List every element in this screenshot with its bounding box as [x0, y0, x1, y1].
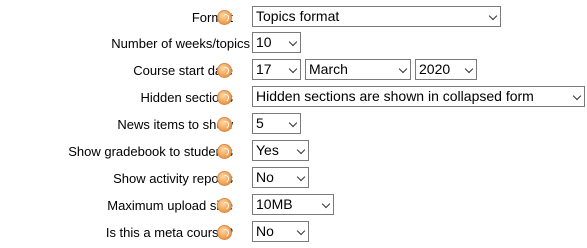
row-show-activity-reports: Show activity reports No	[0, 167, 587, 193]
start-day-select[interactable]: 17	[252, 59, 301, 80]
start-month-select[interactable]: March	[305, 59, 411, 80]
chevron-down-icon	[288, 118, 298, 128]
chevron-down-icon	[296, 172, 306, 182]
row-meta-course: Is this a meta course? No	[0, 221, 587, 247]
row-hidden-sections: Hidden sections Hidden sections are show…	[0, 86, 587, 112]
number-of-weeks-label: Number of weeks/topics	[111, 36, 250, 51]
help-icon[interactable]	[217, 198, 232, 213]
show-activity-reports-label: Show activity reports	[113, 171, 233, 186]
number-of-weeks-select[interactable]: 10	[252, 32, 301, 53]
show-gradebook-select[interactable]: Yes	[252, 140, 309, 161]
help-icon[interactable]	[217, 117, 232, 132]
maximum-upload-size-label: Maximum upload size	[107, 198, 233, 213]
chevron-down-icon	[288, 37, 298, 47]
help-icon[interactable]	[217, 144, 232, 159]
show-activity-reports-select[interactable]: No	[252, 167, 309, 188]
show-gradebook-label: Show gradebook to students	[68, 144, 233, 159]
meta-course-label: Is this a meta course?	[105, 225, 233, 240]
maximum-upload-size-select[interactable]: 10MB	[252, 194, 334, 215]
chevron-down-icon	[464, 64, 474, 74]
chevron-down-icon	[572, 91, 582, 101]
chevron-down-icon	[488, 11, 498, 21]
news-items-label: News items to show	[117, 117, 233, 132]
row-news-items: News items to show 5	[0, 113, 587, 139]
help-icon[interactable]	[217, 225, 232, 240]
help-icon[interactable]	[217, 90, 232, 105]
course-settings-form: { "rows": [ { "label": "Format", "help":…	[0, 0, 587, 248]
format-select[interactable]: Topics format	[252, 6, 501, 27]
help-icon[interactable]	[217, 171, 232, 186]
chevron-down-icon	[321, 199, 331, 209]
help-icon[interactable]	[217, 10, 232, 25]
row-number-of-weeks: Number of weeks/topics 10	[0, 32, 587, 58]
row-course-start-date: Course start date 17 March 2020	[0, 59, 587, 85]
chevron-down-icon	[296, 226, 306, 236]
start-year-select[interactable]: 2020	[415, 59, 477, 80]
chevron-down-icon	[398, 64, 408, 74]
row-maximum-upload-size: Maximum upload size 10MB	[0, 194, 587, 220]
hidden-sections-select[interactable]: Hidden sections are shown in collapsed f…	[252, 86, 585, 107]
help-icon[interactable]	[217, 63, 232, 78]
chevron-down-icon	[288, 64, 298, 74]
news-items-select[interactable]: 5	[252, 113, 301, 134]
row-format: Format Topics format	[0, 6, 587, 32]
chevron-down-icon	[296, 145, 306, 155]
row-show-gradebook: Show gradebook to students Yes	[0, 140, 587, 166]
meta-course-select[interactable]: No	[252, 221, 309, 242]
